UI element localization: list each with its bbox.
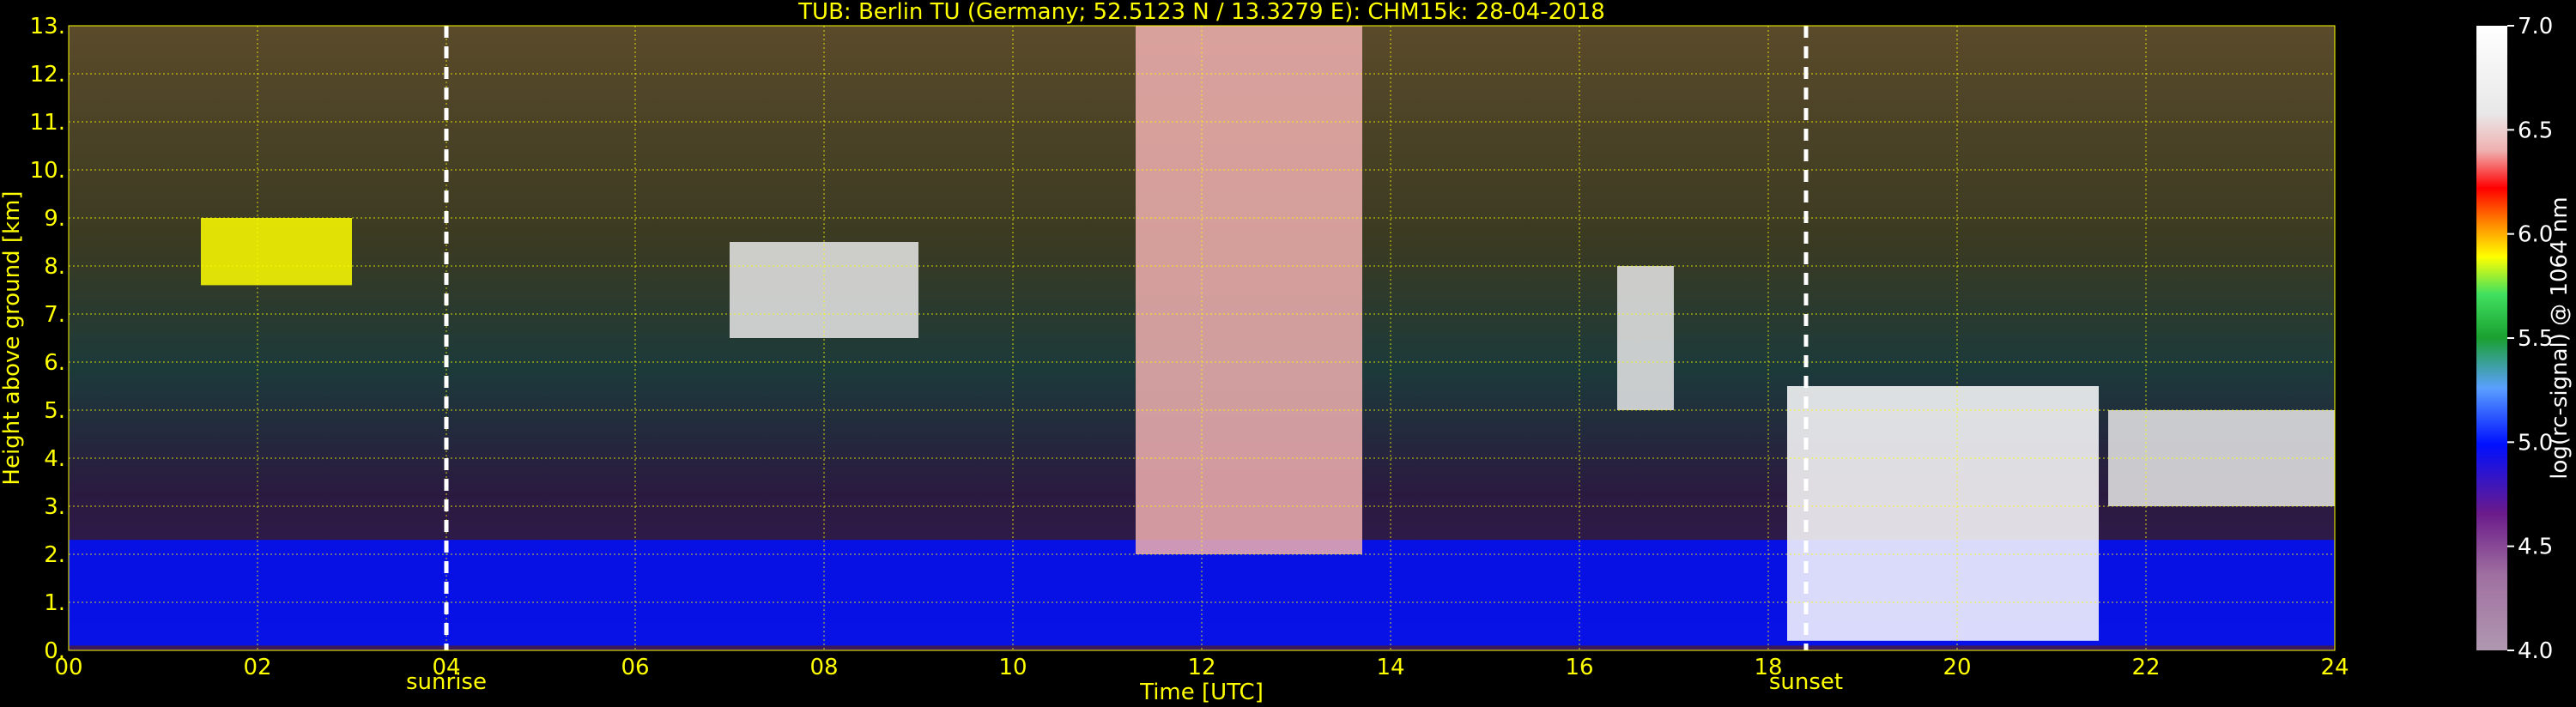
colorbar-tick-label: 4.0 (2518, 638, 2553, 664)
signal-feature (730, 242, 918, 338)
y-axis-label: Height above ground [km] (0, 190, 25, 485)
signal-feature (1617, 266, 1674, 410)
signal-feature (1136, 26, 1362, 554)
y-tick-label: 2. (44, 542, 65, 568)
colorbar-label: log(rc-signal) @ 1064 nm (2547, 196, 2573, 479)
y-tick-label: 12. (30, 62, 65, 88)
y-tick-label: 10. (30, 158, 65, 184)
x-tick-labels: 00 02 04 06 08 10 12 14 16 18 20 22 24 (54, 655, 2349, 680)
y-tick-label: 9. (44, 206, 65, 232)
y-tick-label: 11. (30, 110, 65, 136)
y-tick-label: 0. (44, 638, 65, 664)
x-tick-label: 06 (621, 655, 649, 680)
signal-feature (201, 218, 352, 286)
y-tick-label: 4. (44, 446, 65, 472)
colorbar-tick-label: 7.0 (2518, 14, 2553, 39)
colorbar-tick-label: 4.5 (2518, 535, 2553, 560)
colorbar-tick-label: 6.5 (2518, 118, 2553, 143)
y-tick-label: 8. (44, 254, 65, 280)
x-tick-label: 16 (1565, 655, 1593, 680)
x-tick-label: 08 (809, 655, 838, 680)
x-tick-label: 14 (1376, 655, 1404, 680)
x-tick-label: 02 (243, 655, 271, 680)
y-tick-labels: 0. 1. 2. 3. 4. 5. 6. 7. 8. 9. 10. 11. 12. 13. (30, 14, 65, 664)
y-tick-label: 3. (44, 494, 65, 520)
x-tick-label: 24 (2320, 655, 2349, 680)
x-tick-label: 10 (998, 655, 1027, 680)
x-tick-label: 04 (432, 655, 460, 680)
colorbar (2476, 26, 2507, 650)
lidar-figure: sunrise sunset 00 02 04 06 08 10 12 14 16 18 20 22 24… (0, 0, 2573, 705)
x-tick-label: 18 (1754, 655, 1782, 680)
x-tick-label: 12 (1187, 655, 1215, 680)
y-tick-label: 13. (30, 14, 65, 39)
y-tick-label: 1. (44, 590, 65, 616)
x-tick-label: 22 (2131, 655, 2160, 680)
chart-title: TUB: Berlin TU (Germany; 52.5123 N / 13.… (797, 0, 1605, 25)
x-tick-label: 20 (1943, 655, 1971, 680)
x-axis-label: Time [UTC] (1139, 680, 1264, 705)
y-tick-label: 6. (44, 350, 65, 376)
y-tick-label: 7. (44, 302, 65, 328)
y-tick-label: 5. (44, 398, 65, 424)
